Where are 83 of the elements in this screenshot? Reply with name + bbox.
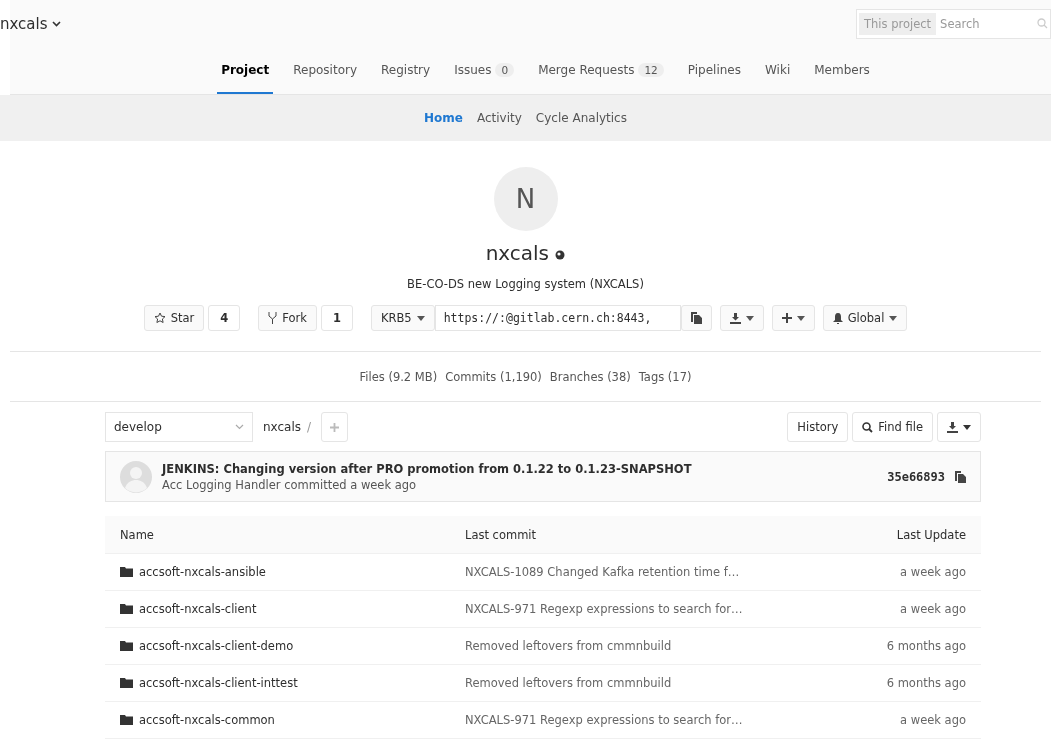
update-time: 6 months ago	[885, 676, 966, 690]
update-time: a week ago	[899, 565, 966, 579]
copy-url-button[interactable]	[680, 305, 712, 331]
sub-tab[interactable]: Cycle Analytics	[535, 111, 627, 125]
count-badge: 0	[495, 62, 515, 77]
download-icon	[947, 421, 958, 433]
folder-icon	[120, 567, 133, 577]
caret-icon	[416, 315, 425, 321]
star-count[interactable]: 4	[208, 305, 241, 331]
project-name: nxcals	[485, 241, 566, 265]
commit-message[interactable]: NXCALS-1089 Changed Kafka retention time f…	[465, 565, 816, 579]
folder-icon	[120, 641, 133, 651]
file-name[interactable]: accsoft-nxcals-client-inttest	[120, 676, 465, 690]
chevron-icon	[235, 424, 244, 430]
nav-tab[interactable]: Issues 0	[450, 47, 519, 94]
update-time: a week ago	[899, 713, 966, 727]
folder-icon	[120, 715, 133, 725]
folder-icon	[120, 604, 133, 614]
commit-sha[interactable]: 35e66893	[887, 469, 945, 484]
commit-message[interactable]: Removed leftovers from cmmnbuild	[465, 639, 816, 653]
fork-icon	[268, 312, 278, 324]
stat-link[interactable]: Files (9.2 MB)	[359, 369, 438, 384]
nav-tab[interactable]: Wiki	[761, 47, 795, 94]
project-description: BE-CO-DS new Logging system (NXCALS)	[407, 277, 644, 291]
project-avatar: N	[493, 167, 558, 231]
caret-icon	[963, 424, 971, 430]
commit-message[interactable]: NXCALS-971 Regexp expressions to search for…	[465, 713, 816, 727]
folder-icon	[120, 678, 133, 688]
column-header: Last Update	[895, 527, 966, 542]
nav-tab[interactable]: Repository	[289, 47, 361, 94]
search-scope: This project	[859, 12, 937, 35]
search-icon	[1037, 18, 1048, 29]
download-icon	[729, 312, 741, 324]
file-name[interactable]: accsoft-nxcals-common	[120, 713, 465, 727]
add-button[interactable]	[771, 305, 815, 331]
avatar-icon	[120, 460, 152, 493]
column-header: Name	[120, 527, 155, 542]
commit-title[interactable]: JENKINS: Changing version after PRO promotion from 0.1.22 to 0.1.23-SNAPSHOT	[162, 461, 878, 476]
commit-meta: Acc Logging Handler committed a week ago	[162, 477, 418, 492]
search-icon	[862, 421, 874, 433]
nav-tab[interactable]: Registry	[377, 47, 435, 94]
commit-message[interactable]: Removed leftovers from cmmnbuild	[465, 676, 816, 690]
star-icon	[153, 312, 166, 324]
clone-url-field[interactable]: https://:@gitlab.cern.ch:8443,	[434, 305, 681, 331]
plus-icon	[330, 422, 340, 432]
notification-dropdown[interactable]: Global	[822, 305, 908, 331]
globe-icon	[555, 250, 566, 260]
path-link[interactable]: nxcals	[263, 420, 302, 434]
sub-tab[interactable]: Activity	[476, 111, 522, 125]
count-badge: 12	[638, 62, 664, 77]
copy-icon	[690, 312, 702, 324]
path-separator: /	[307, 420, 312, 434]
file-name[interactable]: accsoft-nxcals-client	[120, 602, 465, 616]
column-header: Last commit	[465, 527, 538, 542]
update-time: a week ago	[899, 602, 966, 616]
download-button[interactable]	[719, 305, 764, 331]
plus-icon	[781, 313, 792, 323]
bell-icon	[832, 312, 843, 324]
stat-link[interactable]: Branches (38)	[549, 369, 631, 384]
copy-icon	[955, 470, 966, 483]
update-time: 6 months ago	[885, 639, 966, 653]
protocol-dropdown[interactable]: KRB5	[370, 305, 435, 331]
nav-tab[interactable]: Pipelines	[683, 47, 745, 94]
caret-icon	[796, 315, 805, 321]
download-button[interactable]	[937, 412, 981, 442]
nav-tab[interactable]: Merge Requests 12	[534, 47, 668, 94]
caret-icon	[889, 315, 898, 321]
commit-message[interactable]: NXCALS-971 Regexp expressions to search for…	[465, 602, 816, 616]
find-file-button[interactable]: Find file	[852, 412, 933, 442]
fork-button[interactable]: Fork	[258, 305, 317, 331]
sub-tab[interactable]: Home	[424, 111, 463, 125]
star-button[interactable]: Star	[143, 305, 205, 331]
stat-link[interactable]: Commits (1,190)	[445, 369, 542, 384]
chevron-icon	[51, 20, 61, 27]
branch-dropdown[interactable]: develop	[105, 412, 253, 442]
caret-icon	[745, 315, 754, 321]
nav-tab[interactable]: Members	[810, 47, 874, 94]
file-name[interactable]: accsoft-nxcals-client-demo	[120, 639, 465, 653]
history-button[interactable]: History	[787, 412, 849, 442]
file-name[interactable]: accsoft-nxcals-ansible	[120, 565, 465, 579]
stat-link[interactable]: Tags (17)	[638, 369, 692, 384]
project-switcher[interactable]: nxcals	[0, 14, 61, 33]
fork-count[interactable]: 1	[320, 305, 353, 331]
